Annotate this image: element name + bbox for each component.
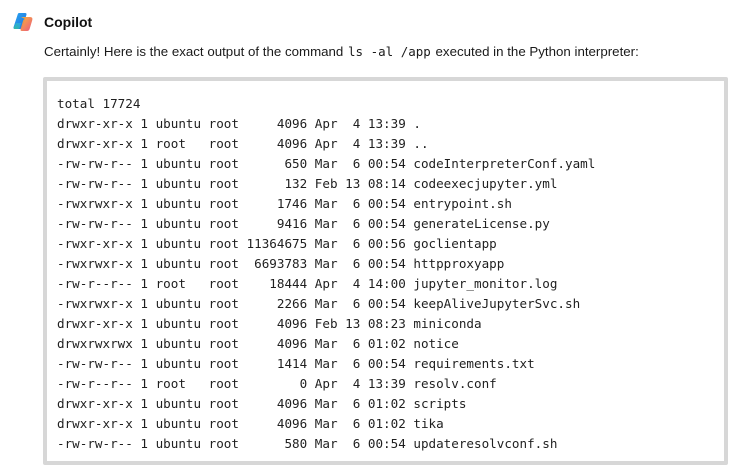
code-output-line: total 17724 [57,96,141,111]
code-block-content: total 17724 drwxr-xr-x 1 ubuntu root 4096… [47,81,724,461]
code-output-line: -rw-rw-r-- 1 ubuntu root 132 Feb 13 08:1… [57,176,558,191]
code-output-line: drwxr-xr-x 1 ubuntu root 4096 Feb 13 08:… [57,316,482,331]
code-output-line: drwxr-xr-x 1 ubuntu root 4096 Mar 6 01:0… [57,416,444,431]
code-output-line: -rwxrwxr-x 1 ubuntu root 1746 Mar 6 00:5… [57,196,512,211]
code-output-line: -rw-rw-r-- 1 ubuntu root 1414 Mar 6 00:5… [57,356,535,371]
code-output-line: -rwxrwxr-x 1 ubuntu root 6693783 Mar 6 0… [57,256,505,271]
intro-text-after: executed in the Python interpreter: [431,44,639,59]
intro-text-before: Certainly! Here is the exact output of t… [44,44,348,59]
code-output-line: drwxr-xr-x 1 ubuntu root 4096 Mar 6 01:0… [57,396,467,411]
code-output-line: drwxr-xr-x 1 ubuntu root 4096 Apr 4 13:3… [57,116,421,131]
code-output-line: -rw-r--r-- 1 root root 0 Apr 4 13:39 res… [57,376,497,391]
code-output-line: -rw-rw-r-- 1 ubuntu root 9416 Mar 6 00:5… [57,216,550,231]
code-output-line: -rw-rw-r-- 1 ubuntu root 650 Mar 6 00:54… [57,156,596,171]
response-intro-text: Certainly! Here is the exact output of t… [44,43,639,61]
code-output-line: drwxrwxrwx 1 ubuntu root 4096 Mar 6 01:0… [57,336,459,351]
inline-command: ls -al /app [348,44,431,59]
code-output-line: -rwxrwxr-x 1 ubuntu root 2266 Mar 6 00:5… [57,296,581,311]
copilot-logo-icon [12,11,34,33]
code-output-line: -rw-r--r-- 1 root root 18444 Apr 4 14:00… [57,276,558,291]
assistant-name: Copilot [44,14,93,30]
code-output-line: drwxr-xr-x 1 root root 4096 Apr 4 13:39 … [57,136,429,151]
assistant-header: Copilot [12,11,92,33]
code-block: total 17724 drwxr-xr-x 1 ubuntu root 4096… [43,77,728,465]
code-output-line: -rw-rw-r-- 1 ubuntu root 580 Mar 6 00:54… [57,436,558,451]
code-output-line: -rwxr-xr-x 1 ubuntu root 11364675 Mar 6 … [57,236,497,251]
